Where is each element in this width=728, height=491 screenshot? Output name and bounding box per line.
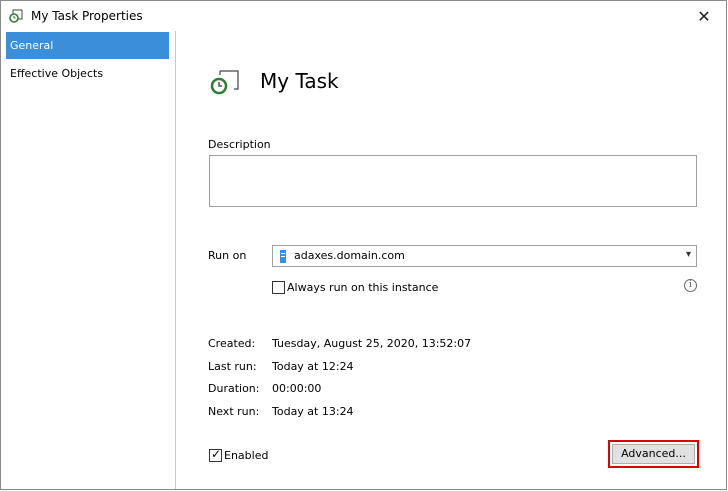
run-on-label: Run on bbox=[208, 249, 247, 262]
sidebar-item-general[interactable]: General bbox=[6, 32, 169, 59]
run-on-dropdown[interactable]: adaxes.domain.com ▾ bbox=[272, 245, 697, 267]
properties-dialog: My Task Properties ✕ General Effective O… bbox=[0, 0, 727, 490]
last-run-value: Today at 12:24 bbox=[272, 360, 354, 373]
scheduled-task-icon bbox=[9, 9, 23, 23]
next-run-label: Next run: bbox=[208, 405, 260, 418]
advanced-button-highlight: Advanced... bbox=[608, 440, 699, 468]
server-icon bbox=[280, 250, 286, 263]
window-title: My Task Properties bbox=[31, 9, 143, 23]
next-run-value: Today at 13:24 bbox=[272, 405, 354, 418]
description-field[interactable] bbox=[209, 155, 697, 207]
chevron-down-icon: ▾ bbox=[685, 249, 691, 260]
sidebar-item-effective-objects[interactable]: Effective Objects bbox=[6, 60, 169, 87]
always-run-label: Always run on this instance bbox=[287, 281, 439, 294]
last-run-label: Last run: bbox=[208, 360, 257, 373]
checkmark-icon: ✓ bbox=[211, 447, 222, 461]
always-run-checkbox[interactable] bbox=[272, 281, 285, 294]
info-icon[interactable]: i bbox=[684, 279, 697, 292]
run-on-value: adaxes.domain.com bbox=[294, 249, 405, 262]
description-label: Description bbox=[208, 138, 271, 151]
title-bar: My Task Properties ✕ bbox=[1, 1, 726, 31]
main-panel: My Task Description Run on adaxes.domain… bbox=[176, 31, 726, 489]
advanced-button[interactable]: Advanced... bbox=[612, 444, 695, 464]
duration-value: 00:00:00 bbox=[272, 382, 322, 395]
task-name: My Task bbox=[260, 69, 339, 93]
scheduled-task-icon bbox=[210, 70, 239, 95]
enabled-label: Enabled bbox=[224, 449, 269, 462]
enabled-checkbox[interactable]: ✓ bbox=[209, 447, 222, 462]
created-label: Created: bbox=[208, 337, 256, 350]
close-button[interactable]: ✕ bbox=[682, 1, 726, 31]
close-icon: ✕ bbox=[697, 6, 711, 26]
sidebar: General Effective Objects bbox=[2, 31, 176, 489]
created-value: Tuesday, August 25, 2020, 13:52:07 bbox=[272, 337, 472, 350]
duration-label: Duration: bbox=[208, 382, 260, 395]
